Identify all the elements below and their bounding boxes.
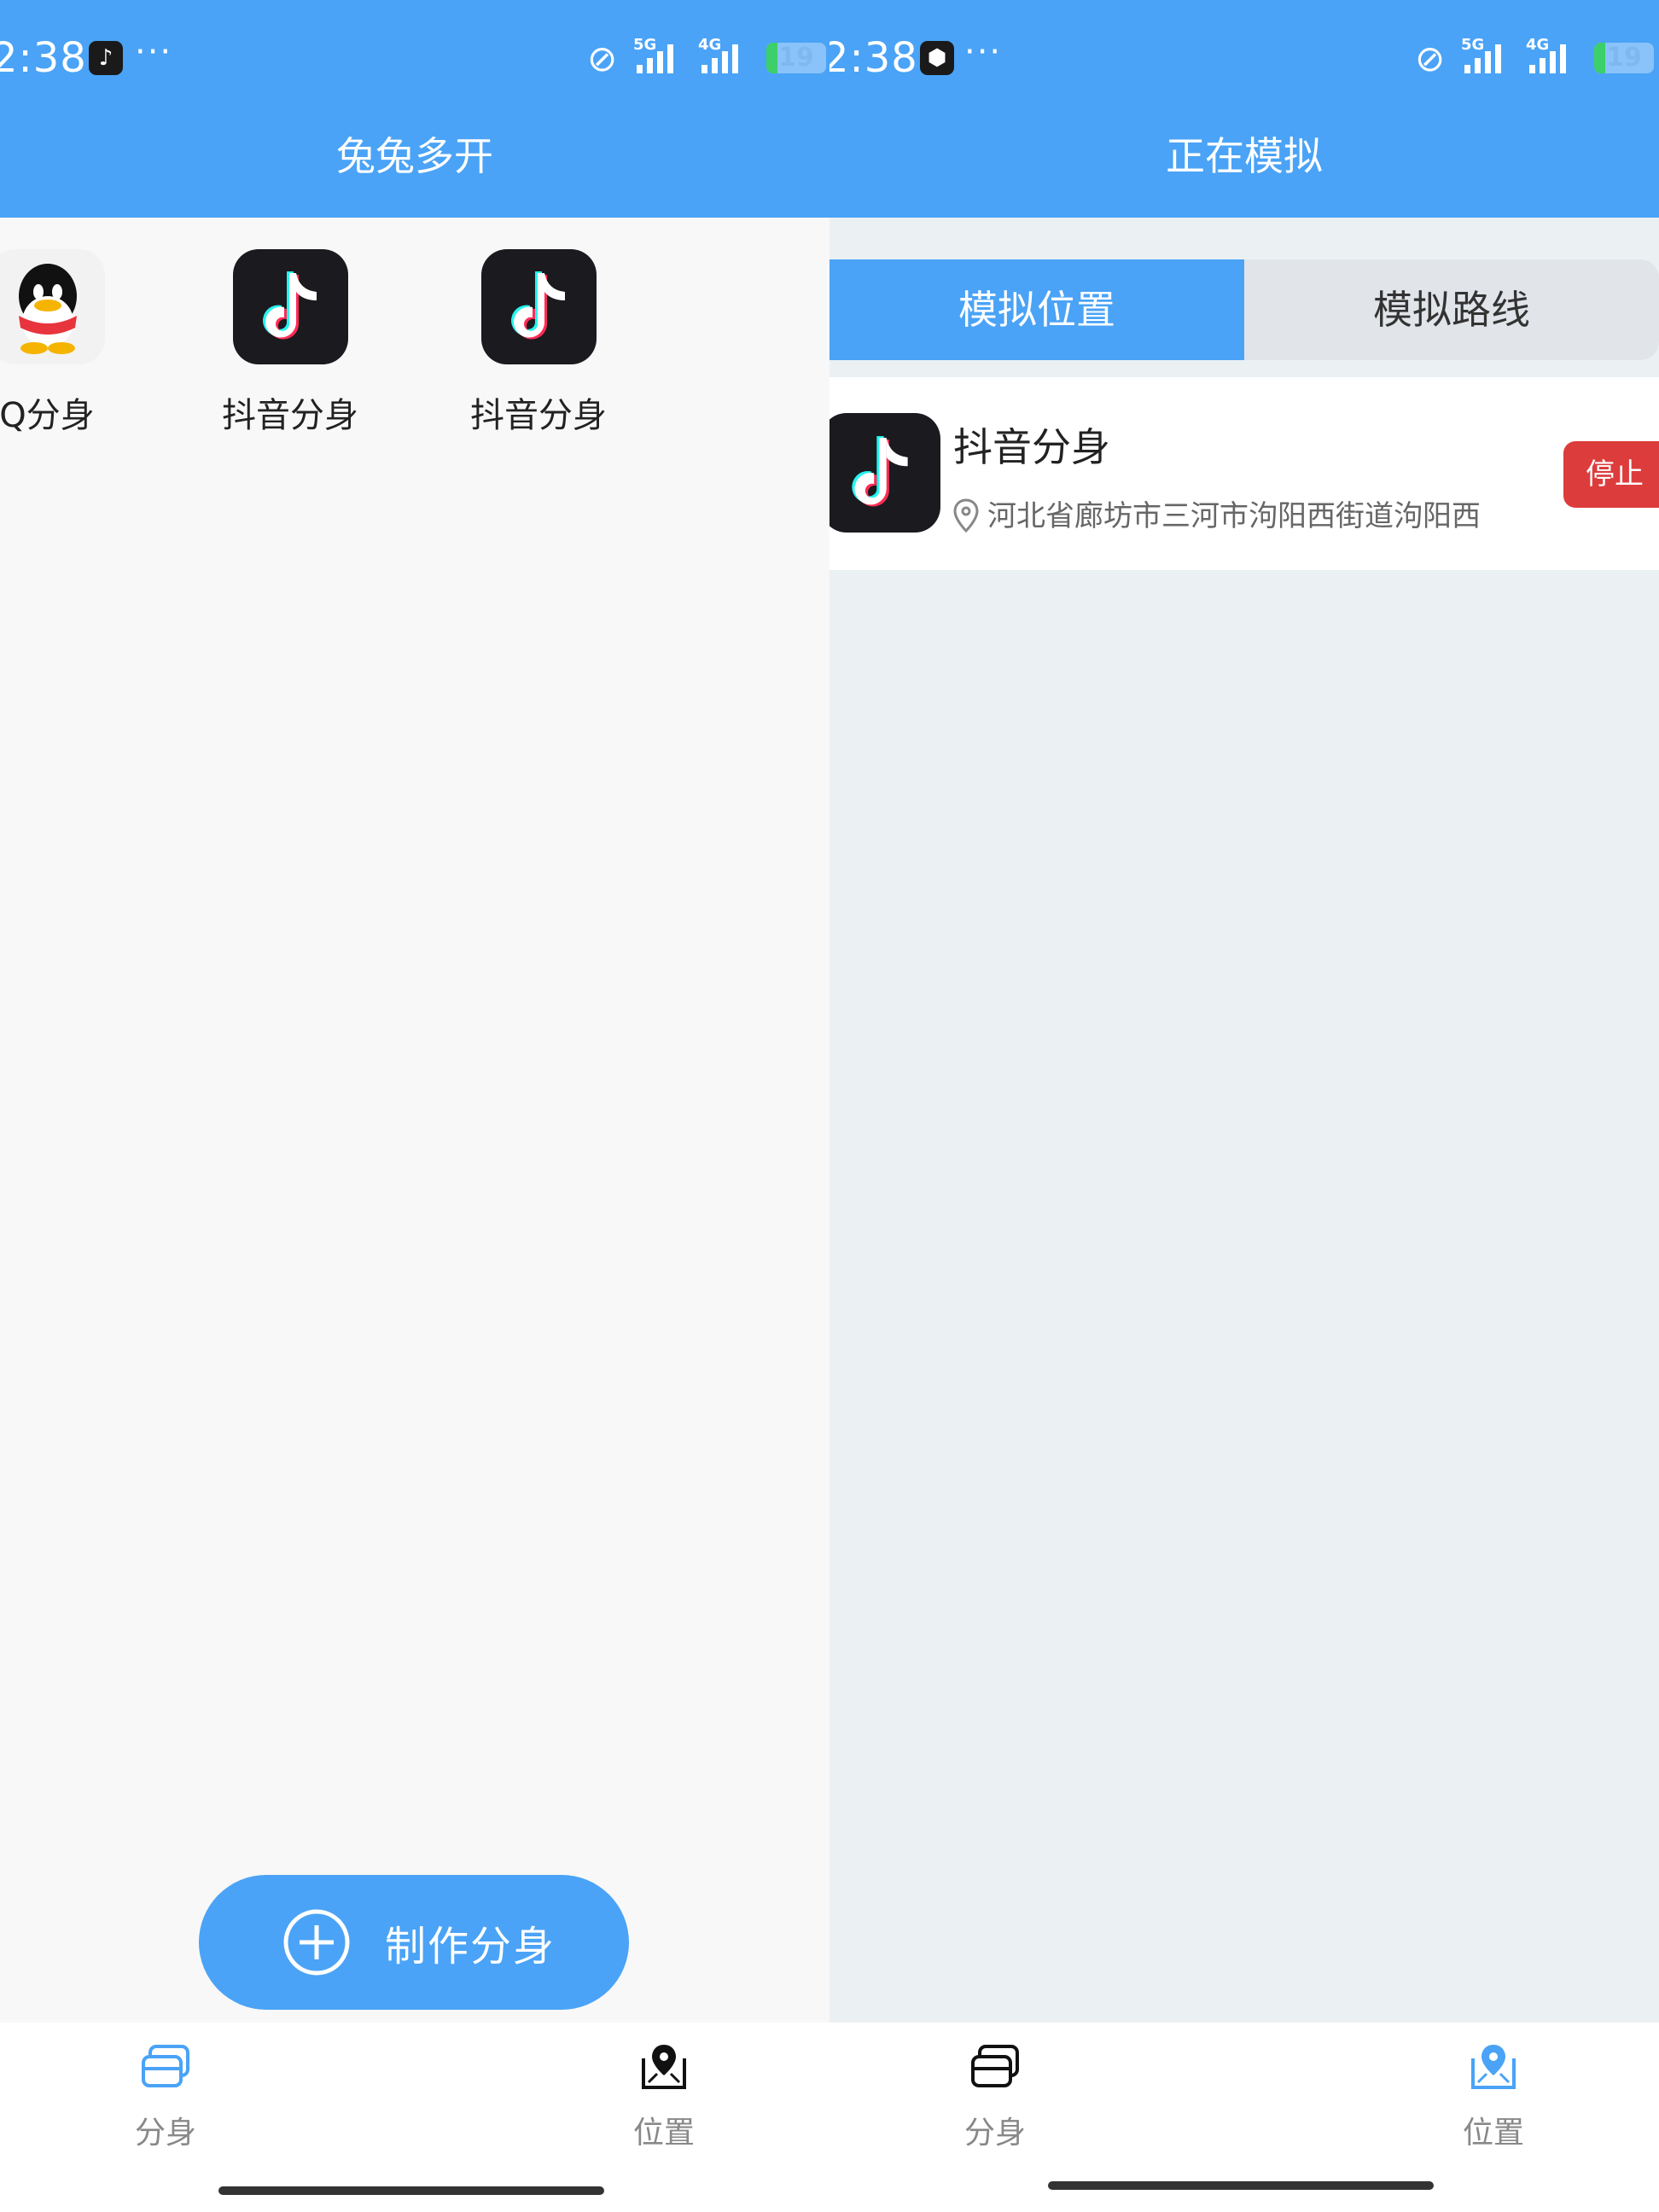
simulating-screen: 2:38 ⬢ ··· ⊘ 5G 4G 19 正在模拟 模拟位置 模拟路线 抖音分…: [830, 0, 1659, 2212]
create-clone-label: 制作分身: [385, 1923, 556, 1970]
sim-address: 河北省廊坊市三河市泃阳西街道泃阳西: [987, 499, 1481, 533]
tiktok-icon: [480, 249, 597, 364]
page-title: 兔兔多开: [336, 133, 493, 179]
cards-icon: [971, 2045, 1019, 2087]
header-bar: 2:38 ♪ ··· ⊘ 5G 4G 19 兔兔多开: [0, 0, 830, 218]
signal-5g-icon: 5G: [1461, 36, 1501, 73]
nav-item-clone[interactable]: 分身: [910, 2040, 1080, 2152]
map-pin-icon: [1471, 2045, 1516, 2089]
tab-simulate-position[interactable]: 模拟位置: [830, 259, 1244, 360]
nav-item-clone[interactable]: 分身: [80, 2040, 251, 2152]
nav-label-location: 位置: [1462, 2116, 1524, 2151]
more-dots-icon: ···: [964, 32, 1003, 72]
qq-penguin-icon: [0, 249, 105, 364]
status-time: 2:38: [830, 34, 918, 82]
stop-button[interactable]: 停止: [1563, 441, 1659, 508]
create-clone-button[interactable]: 制作分身: [199, 1875, 629, 2010]
box-status-icon: ⬢: [920, 41, 954, 75]
tiktok-icon: [232, 249, 348, 364]
app-label: 抖音分身: [470, 396, 607, 435]
signal-4g-icon: 4G: [698, 36, 738, 73]
tiktok-icon: [830, 413, 940, 533]
home-indicator: [218, 2186, 604, 2195]
mode-tabs: 模拟位置 模拟路线: [830, 259, 1659, 360]
nav-label-location: 位置: [632, 2116, 695, 2151]
battery-icon: 19: [1594, 43, 1654, 73]
tiktok-status-icon: ♪: [89, 41, 123, 75]
app-label: Q分身: [0, 396, 95, 435]
nav-label-clone: 分身: [963, 2116, 1026, 2151]
app-tile-qq[interactable]: Q分身: [0, 249, 132, 437]
link-icon: ⊘: [1415, 38, 1446, 79]
link-icon: ⊘: [587, 38, 618, 79]
nav-label-clone: 分身: [134, 2116, 196, 2151]
page-title: 正在模拟: [1166, 133, 1323, 179]
location-pin-icon: [953, 498, 979, 533]
bottom-nav: 分身 位置: [0, 2023, 830, 2212]
app-tile-tiktok-1[interactable]: 抖音分身: [205, 249, 375, 437]
simulation-item[interactable]: 抖音分身 河北省廊坊市三河市泃阳西街道泃阳西 停止: [830, 377, 1659, 570]
sim-app-name: 抖音分身: [953, 424, 1110, 470]
tab-simulate-route[interactable]: 模拟路线: [1244, 259, 1659, 360]
battery-icon: 19: [766, 43, 826, 73]
app-label: 抖音分身: [222, 396, 358, 435]
signal-4g-icon: 4G: [1526, 36, 1566, 73]
header-bar: 2:38 ⬢ ··· ⊘ 5G 4G 19 正在模拟: [830, 0, 1659, 218]
map-pin-icon: [642, 2045, 686, 2089]
cards-icon: [142, 2045, 189, 2087]
nav-item-location[interactable]: 位置: [579, 2040, 749, 2152]
signal-5g-icon: 5G: [633, 36, 673, 73]
nav-item-location[interactable]: 位置: [1408, 2040, 1579, 2152]
app-tile-tiktok-2[interactable]: 抖音分身: [453, 249, 624, 437]
status-time: 2:38: [0, 34, 87, 82]
more-dots-icon: ···: [135, 32, 173, 72]
home-indicator: [1048, 2181, 1434, 2190]
clone-list-screen: 2:38 ♪ ··· ⊘ 5G 4G 19 兔兔多开 Q分身 抖音分身 抖音分身…: [0, 0, 830, 2212]
plus-circle-icon: [283, 1909, 350, 1976]
